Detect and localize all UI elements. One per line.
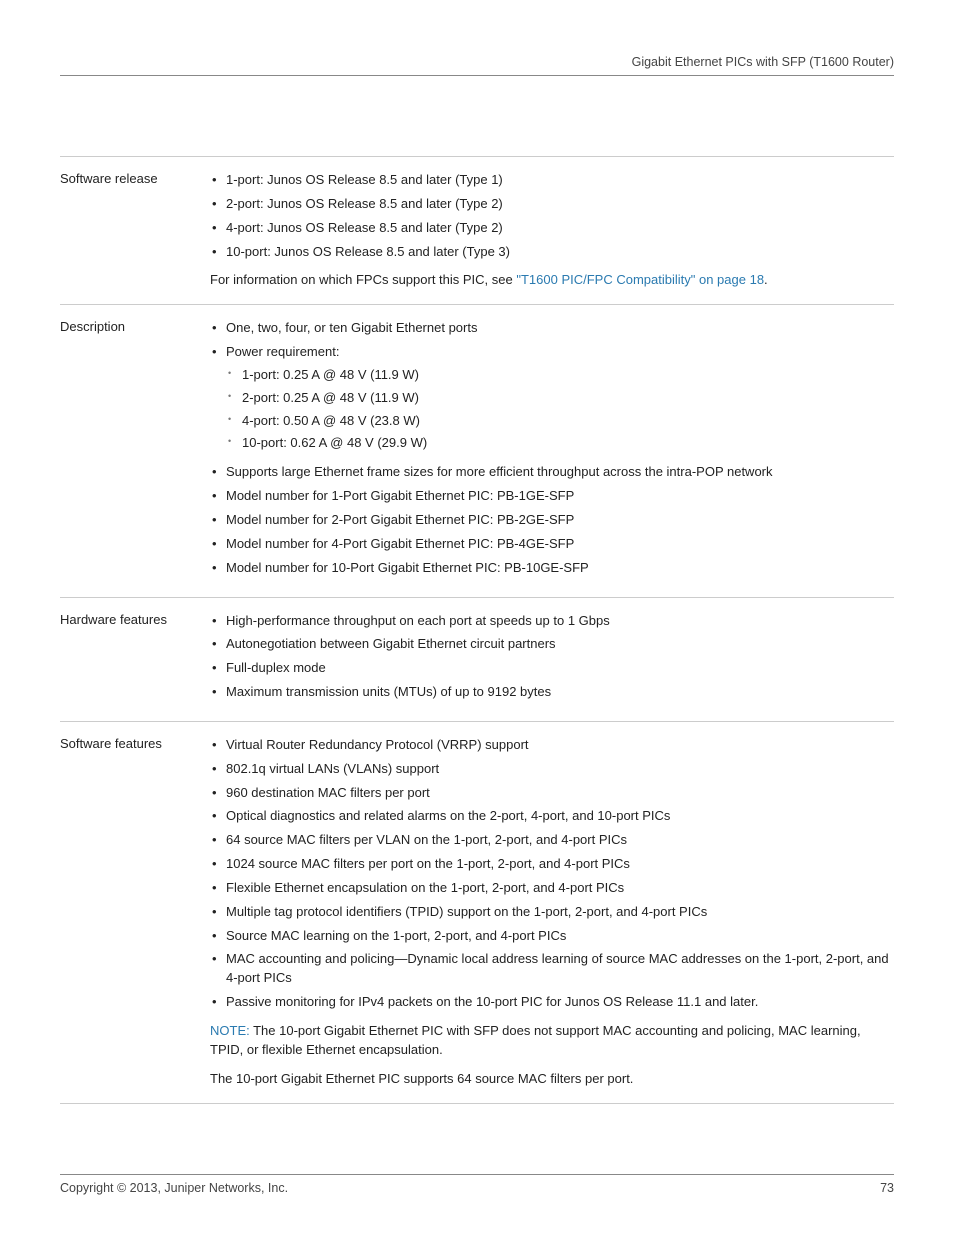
list-item: 1-port: 0.25 A @ 48 V (11.9 W) (226, 366, 894, 385)
bullet-list: One, two, four, or ten Gigabit Ethernet … (210, 319, 894, 453)
list-item: Model number for 2-Port Gigabit Ethernet… (210, 511, 894, 530)
list-item: Optical diagnostics and related alarms o… (210, 807, 894, 826)
row-description: Description One, two, four, or ten Gigab… (60, 304, 894, 596)
page-content: Software release 1-port: Junos OS Releas… (60, 76, 894, 1174)
compatibility-link[interactable]: "T1600 PIC/FPC Compatibility" on page 18 (516, 272, 764, 287)
row-label: Software features (60, 736, 210, 1089)
sub-bullet-list: 1-port: 0.25 A @ 48 V (11.9 W) 2-port: 0… (226, 366, 894, 453)
bullet-list: High-performance throughput on each port… (210, 612, 894, 702)
note-text: The 10-port Gigabit Ethernet PIC with SF… (210, 1023, 861, 1057)
list-item: 10-port: Junos OS Release 8.5 and later … (210, 243, 894, 262)
list-item: 802.1q virtual LANs (VLANs) support (210, 760, 894, 779)
note-paragraph: NOTE: The 10-port Gigabit Ethernet PIC w… (210, 1022, 894, 1060)
row-label: Hardware features (60, 612, 210, 707)
page-footer: Copyright © 2013, Juniper Networks, Inc.… (60, 1174, 894, 1195)
list-item: Model number for 10-Port Gigabit Etherne… (210, 559, 894, 578)
bullet-list: Virtual Router Redundancy Protocol (VRRP… (210, 736, 894, 1012)
list-item: 2-port: Junos OS Release 8.5 and later (… (210, 195, 894, 214)
document-page: Gigabit Ethernet PICs with SFP (T1600 Ro… (0, 0, 954, 1235)
row-software-release: Software release 1-port: Junos OS Releas… (60, 156, 894, 304)
list-item: 1024 source MAC filters per port on the … (210, 855, 894, 874)
list-item: MAC accounting and policing—Dynamic loca… (210, 950, 894, 988)
header-title: Gigabit Ethernet PICs with SFP (T1600 Ro… (632, 55, 894, 69)
list-item: High-performance throughput on each port… (210, 612, 894, 631)
bullet-list: Supports large Ethernet frame sizes for … (210, 463, 894, 577)
list-item: Flexible Ethernet encapsulation on the 1… (210, 879, 894, 898)
cross-reference-text: For information on which FPCs support th… (210, 271, 894, 290)
text-pre: For information on which FPCs support th… (210, 272, 516, 287)
note-label: NOTE: (210, 1023, 250, 1038)
footer-paragraph: The 10-port Gigabit Ethernet PIC support… (210, 1070, 894, 1089)
list-item: Passive monitoring for IPv4 packets on t… (210, 993, 894, 1012)
copyright-text: Copyright © 2013, Juniper Networks, Inc. (60, 1181, 288, 1195)
row-value: 1-port: Junos OS Release 8.5 and later (… (210, 171, 894, 290)
list-item: One, two, four, or ten Gigabit Ethernet … (210, 319, 894, 338)
list-item: 4-port: 0.50 A @ 48 V (23.8 W) (226, 412, 894, 431)
list-item: 64 source MAC filters per VLAN on the 1-… (210, 831, 894, 850)
list-item: Supports large Ethernet frame sizes for … (210, 463, 894, 482)
row-value: Virtual Router Redundancy Protocol (VRRP… (210, 736, 894, 1089)
list-item: 4-port: Junos OS Release 8.5 and later (… (210, 219, 894, 238)
list-item: Autonegotiation between Gigabit Ethernet… (210, 635, 894, 654)
spec-table: Software release 1-port: Junos OS Releas… (60, 156, 894, 1104)
list-item: Power requirement: 1-port: 0.25 A @ 48 V… (210, 343, 894, 453)
row-hardware-features: Hardware features High-performance throu… (60, 597, 894, 721)
list-item: Full-duplex mode (210, 659, 894, 678)
page-number: 73 (880, 1181, 894, 1195)
list-item: Maximum transmission units (MTUs) of up … (210, 683, 894, 702)
list-item: 960 destination MAC filters per port (210, 784, 894, 803)
list-item: Source MAC learning on the 1-port, 2-por… (210, 927, 894, 946)
list-item: Multiple tag protocol identifiers (TPID)… (210, 903, 894, 922)
text-post: . (764, 272, 768, 287)
list-item: 1-port: Junos OS Release 8.5 and later (… (210, 171, 894, 190)
list-item: 10-port: 0.62 A @ 48 V (29.9 W) (226, 434, 894, 453)
list-item-text: Power requirement: (226, 344, 339, 359)
list-item: Model number for 1-Port Gigabit Ethernet… (210, 487, 894, 506)
list-item: 2-port: 0.25 A @ 48 V (11.9 W) (226, 389, 894, 408)
bullet-list: 1-port: Junos OS Release 8.5 and later (… (210, 171, 894, 261)
row-label: Description (60, 319, 210, 582)
row-value: High-performance throughput on each port… (210, 612, 894, 707)
list-item: Model number for 4-Port Gigabit Ethernet… (210, 535, 894, 554)
row-label: Software release (60, 171, 210, 290)
row-software-features: Software features Virtual Router Redunda… (60, 721, 894, 1103)
list-item: Virtual Router Redundancy Protocol (VRRP… (210, 736, 894, 755)
row-value: One, two, four, or ten Gigabit Ethernet … (210, 319, 894, 582)
page-header: Gigabit Ethernet PICs with SFP (T1600 Ro… (60, 55, 894, 76)
